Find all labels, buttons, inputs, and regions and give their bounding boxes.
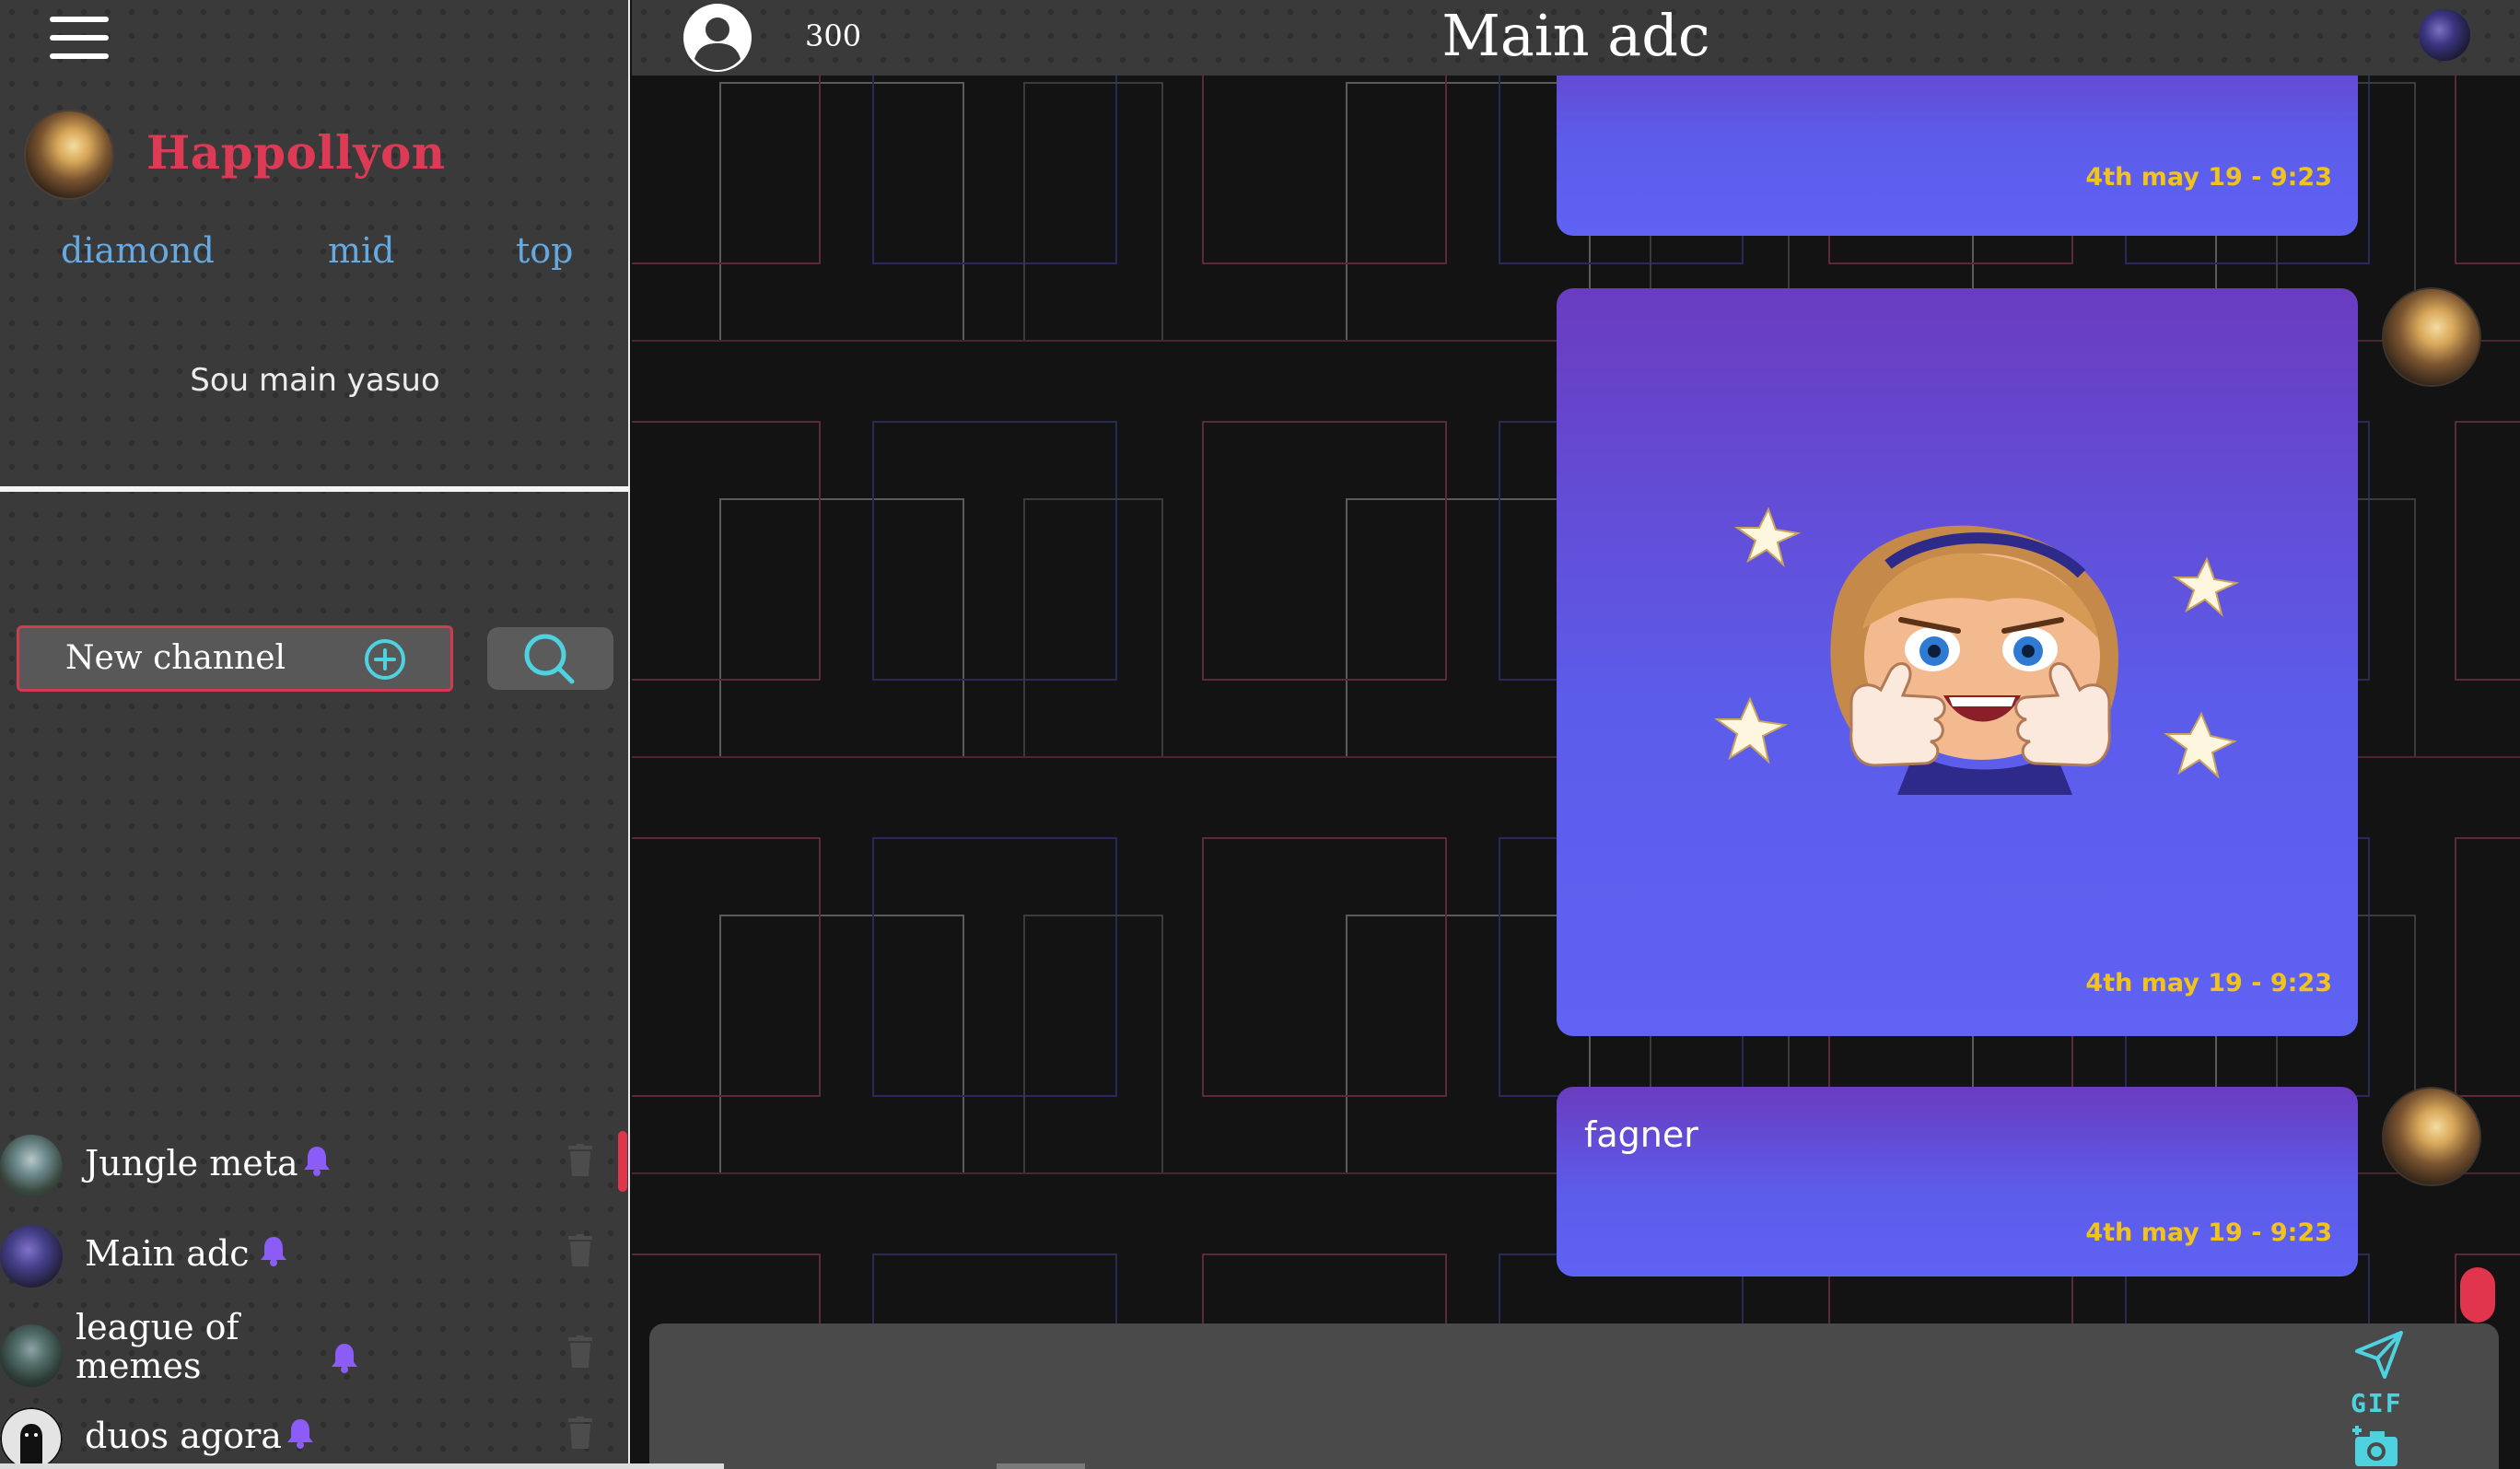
message-timestamp: 4th may 19 - 9:23 [2085, 163, 2332, 192]
profile-tag-lane-secondary: top [516, 230, 574, 271]
channel-title: Main adc [1441, 2, 1710, 69]
trash-icon[interactable] [567, 1144, 593, 1177]
bell-icon[interactable] [329, 1341, 360, 1374]
channel-avatar [0, 1407, 63, 1469]
sender-avatar[interactable] [2382, 287, 2481, 387]
profile-bio: Sou main yasuo [190, 362, 440, 399]
horizontal-scrollbar[interactable] [0, 1463, 724, 1469]
channel-name: league of memes [76, 1307, 239, 1386]
channel-item-main-adc[interactable]: Main adc [0, 1214, 630, 1299]
channel-name: Main adc [85, 1233, 250, 1274]
hamburger-menu-icon[interactable] [50, 17, 109, 61]
sidebar-divider [0, 486, 630, 492]
new-channel-label: New channel [65, 639, 286, 677]
send-icon[interactable] [2351, 1327, 2407, 1382]
channel-avatar [0, 1324, 63, 1387]
camera-add-icon[interactable] [2350, 1424, 2401, 1468]
bell-icon[interactable] [285, 1417, 316, 1450]
bell-icon[interactable] [258, 1234, 289, 1267]
sidebar: Happollyon diamond mid top Sou main yasu… [0, 0, 630, 1469]
message-timestamp: 4th may 19 - 9:23 [2085, 969, 2332, 997]
profile-tag-lane-primary: mid [328, 230, 395, 271]
new-channel-button[interactable]: New channel [17, 625, 453, 692]
horizontal-scrollbar-thumb[interactable] [997, 1463, 1085, 1469]
message-text: fagner [1584, 1114, 1698, 1155]
message-bubble[interactable]: 4th may 19 - 9:23 [1557, 76, 2358, 236]
search-button[interactable] [487, 627, 613, 690]
message-timestamp: 4th may 19 - 9:23 [2085, 1218, 2332, 1247]
plus-circle-icon [365, 639, 405, 680]
channel-avatar [0, 1225, 63, 1288]
channel-item-duos-agora[interactable]: duos agora [0, 1396, 630, 1469]
search-icon [524, 634, 575, 684]
channel-avatar [0, 1135, 63, 1197]
channel-item-league-of-memes[interactable]: league of memes [0, 1306, 630, 1407]
scroll-to-bottom-handle[interactable] [2460, 1267, 2495, 1323]
bell-icon[interactable] [301, 1144, 332, 1177]
channel-name: duos agora [85, 1416, 282, 1456]
channel-avatar[interactable] [2419, 9, 2470, 61]
sticker-image [1713, 507, 2240, 795]
gif-button[interactable]: GIF [2351, 1388, 2403, 1418]
trash-icon[interactable] [567, 1335, 593, 1369]
message-input[interactable] [677, 1342, 2059, 1452]
message-bubble[interactable]: fagner 4th may 19 - 9:23 [1557, 1087, 2358, 1277]
chat-header: 300 Main adc [632, 0, 2520, 76]
trash-icon[interactable] [567, 1417, 593, 1450]
profile-name: Happollyon [146, 125, 446, 180]
channel-item-jungle-meta[interactable]: Jungle meta [0, 1124, 630, 1208]
active-channel-indicator [618, 1131, 627, 1192]
message-bubble-sticker[interactable]: 4th may 19 - 9:23 [1557, 288, 2358, 1036]
channel-name: Jungle meta [85, 1143, 298, 1183]
chat-area: 4th may 19 - 9:23 4th may 19 - 9:23 fagn… [632, 76, 2520, 1469]
profile-tag-rank: diamond [61, 230, 215, 271]
trash-icon[interactable] [567, 1234, 593, 1267]
profile-avatar[interactable] [24, 110, 114, 200]
message-composer: GIF [649, 1323, 2499, 1469]
sender-avatar[interactable] [2382, 1087, 2481, 1186]
